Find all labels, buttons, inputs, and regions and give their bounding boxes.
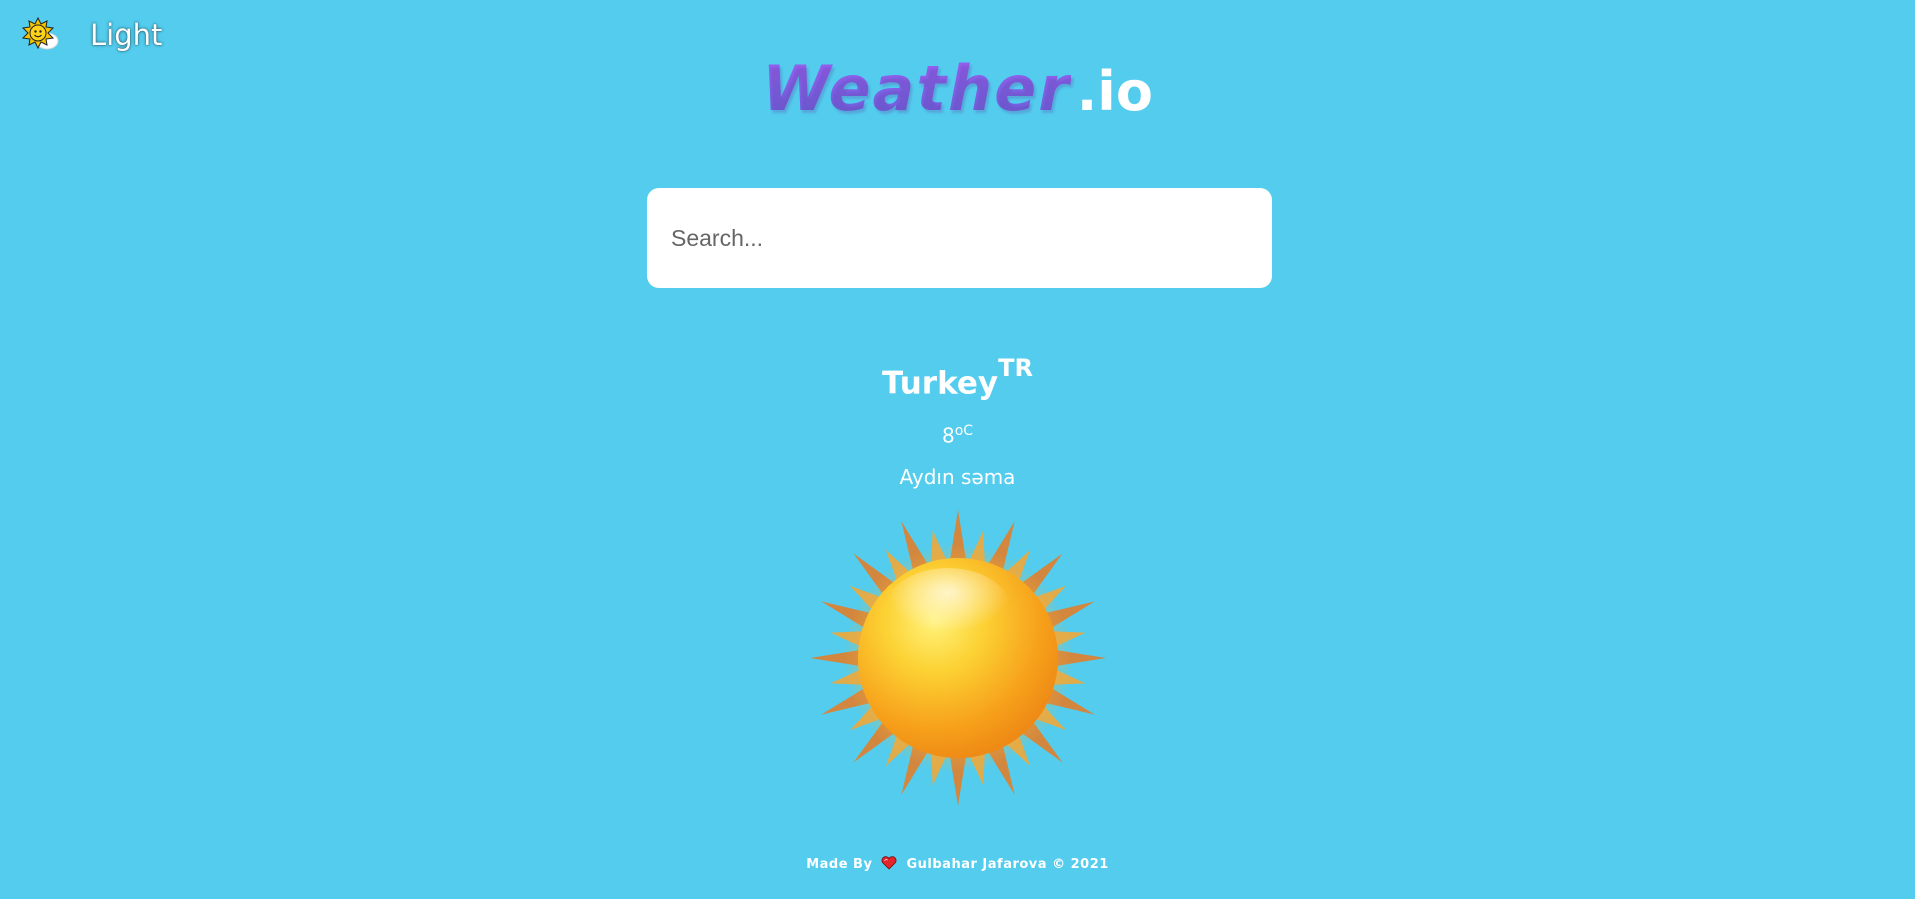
- logo-suffix-text: .io: [1076, 60, 1153, 123]
- country-code: TR: [998, 354, 1033, 382]
- heart-icon: [882, 856, 897, 870]
- search-box: [647, 188, 1272, 288]
- search-input[interactable]: [647, 188, 1272, 288]
- theme-toggle-label: Light: [90, 18, 163, 52]
- sun-icon: [810, 510, 1106, 806]
- weather-description: Aydın səma: [899, 465, 1016, 489]
- temperature-unit: oC: [954, 423, 974, 439]
- footer-author: Gulbahar Jafarova © 2021: [906, 857, 1109, 872]
- footer-prefix: Made By: [806, 857, 873, 872]
- temperature-value: 8: [941, 423, 955, 448]
- city-label: Turkey: [882, 365, 999, 402]
- theme-toggle[interactable]: Light: [20, 16, 162, 56]
- city-name: TurkeyTR: [0, 354, 1915, 402]
- temperature: 8oC: [0, 423, 1915, 448]
- app-logo: Weather .io: [0, 52, 1915, 125]
- sun-cloud-icon: [21, 16, 59, 50]
- logo-main-text: Weather: [762, 52, 1071, 125]
- footer: Made By Gulbahar Jafarova © 2021: [0, 856, 1915, 872]
